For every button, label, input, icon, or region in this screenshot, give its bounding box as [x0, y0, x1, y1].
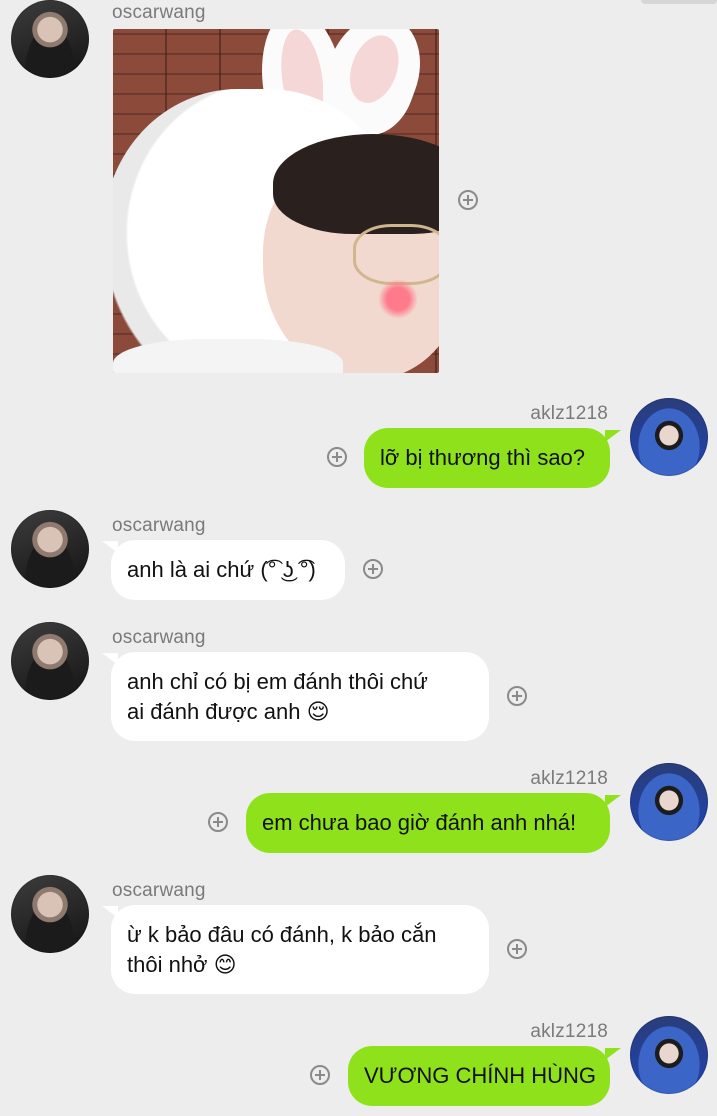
sender-name: aklz1218	[530, 768, 608, 789]
avatar-oscarwang[interactable]	[11, 622, 89, 700]
message-line: ai đánh được anh 😌	[127, 699, 330, 724]
message-bubble-theirs[interactable]: ừ k bảo đâu có đánh, k bảo cắn thôi nhở …	[111, 905, 489, 994]
sender-name: oscarwang	[112, 627, 206, 648]
message-line: ừ k bảo đâu có đánh, k bảo cắn	[127, 922, 437, 947]
avatar-oscarwang[interactable]	[11, 510, 89, 588]
plus-circle-icon[interactable]	[208, 812, 228, 832]
sender-name: aklz1218	[530, 1021, 608, 1042]
avatar-aklz1218[interactable]	[630, 1016, 708, 1094]
sender-name: oscarwang	[112, 2, 206, 23]
status-corner	[641, 0, 717, 4]
bubble-tail	[605, 795, 621, 807]
avatar-aklz1218[interactable]	[630, 398, 708, 476]
sender-name: aklz1218	[530, 403, 608, 424]
message-bubble-mine[interactable]: lỡ bị thương thì sao?	[364, 428, 610, 488]
plus-circle-icon[interactable]	[327, 447, 347, 467]
bubble-tail	[605, 1048, 621, 1060]
bubble-tail	[605, 430, 621, 442]
plus-circle-icon[interactable]	[363, 559, 383, 579]
sender-name: oscarwang	[112, 880, 206, 901]
message-bubble-mine[interactable]: em chưa bao giờ đánh anh nhá!	[246, 793, 610, 853]
message-text: VƯƠNG CHÍNH HÙNG	[364, 1063, 596, 1088]
plus-circle-icon[interactable]	[458, 190, 478, 210]
avatar-oscarwang[interactable]	[11, 0, 89, 78]
message-line: thôi nhở 😊	[127, 952, 237, 977]
message-bubble-theirs[interactable]: anh chỉ có bị em đánh thôi chứ ai đánh đ…	[111, 652, 489, 741]
avatar-oscarwang[interactable]	[11, 875, 89, 953]
blush-sticker	[378, 279, 418, 319]
message-line: anh chỉ có bị em đánh thôi chứ	[127, 669, 428, 694]
message-text: lỡ bị thương thì sao?	[380, 445, 586, 470]
plus-circle-icon[interactable]	[310, 1065, 330, 1085]
avatar-aklz1218[interactable]	[630, 763, 708, 841]
shirt	[113, 339, 343, 373]
plus-circle-icon[interactable]	[507, 686, 527, 706]
shared-photo[interactable]	[113, 29, 439, 373]
message-text: em chưa bao giờ đánh anh nhá!	[262, 810, 577, 835]
message-bubble-theirs[interactable]: anh là ai chứ (͡° ͜ʖ ͡°)	[111, 540, 345, 600]
message-text: anh là ai chứ (͡° ͜ʖ ͡°)	[127, 557, 316, 582]
message-bubble-mine[interactable]: VƯƠNG CHÍNH HÙNG	[348, 1046, 610, 1106]
sender-name: oscarwang	[112, 515, 206, 536]
plus-circle-icon[interactable]	[507, 939, 527, 959]
glasses	[353, 224, 439, 285]
